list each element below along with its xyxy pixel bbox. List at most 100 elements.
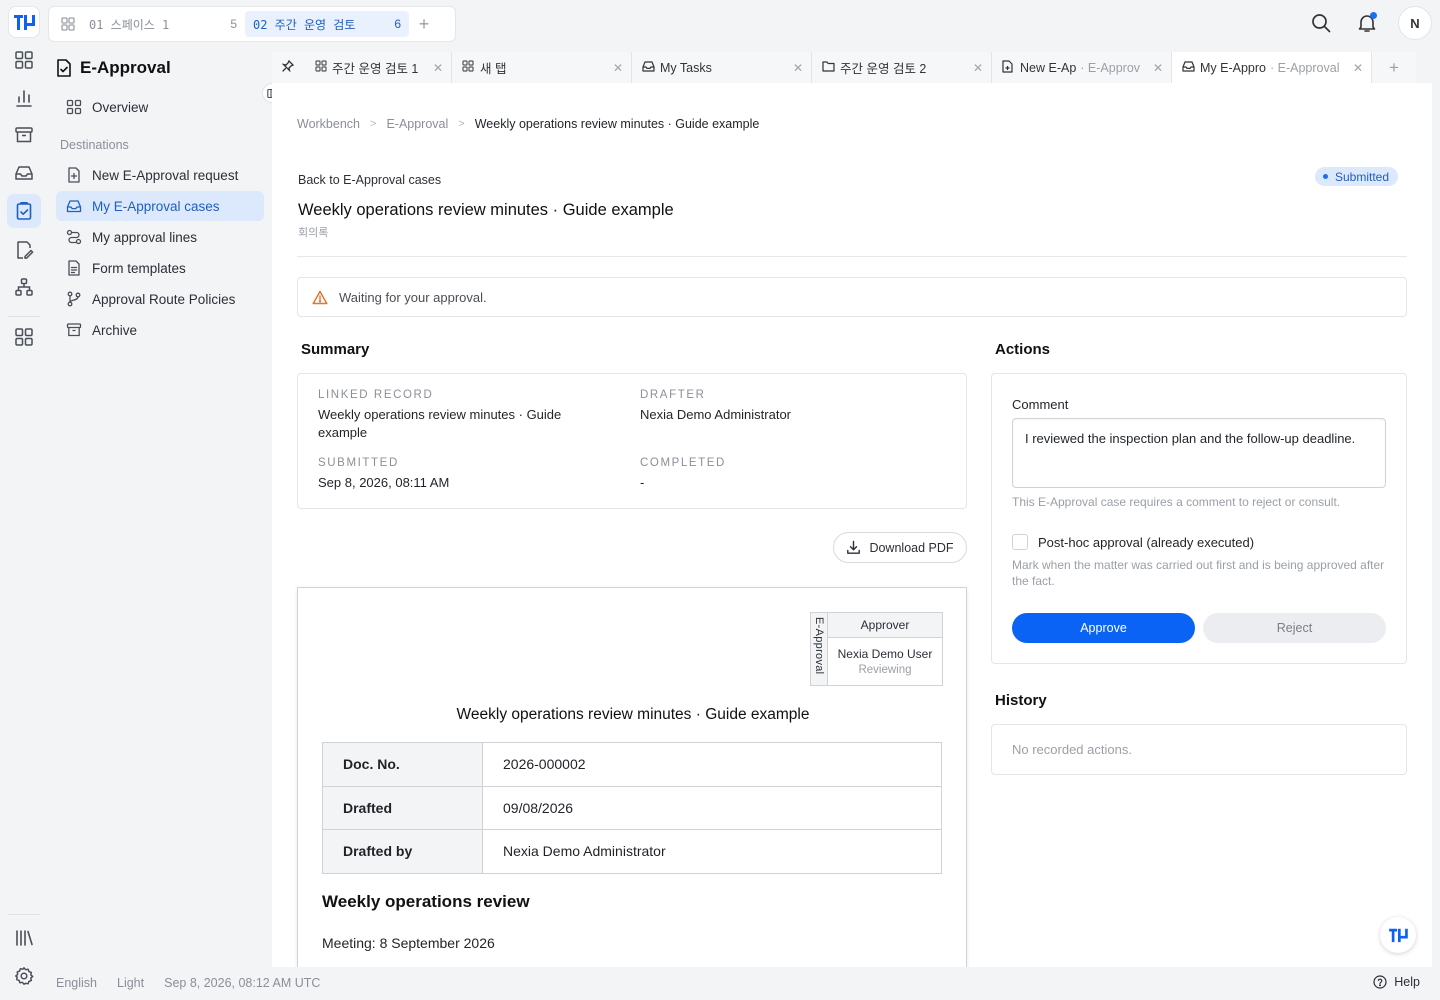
- help-button[interactable]: Help: [1373, 975, 1420, 989]
- archive-icon[interactable]: [7, 118, 41, 152]
- nav-item-approval-lines[interactable]: My approval lines: [56, 222, 264, 252]
- settings-icon[interactable]: [7, 959, 41, 993]
- theme-switch[interactable]: Light: [117, 976, 144, 990]
- tab-new-e-approval[interactable]: New E-Ap · E-Approv ✕: [992, 52, 1172, 83]
- status-footer: English Light Sep 8, 2026, 08:12 AM UTC: [56, 976, 320, 990]
- space-label: 01 스페이스 1: [89, 17, 170, 32]
- table-row: Doc. No. 2026-000002: [322, 742, 942, 787]
- back-link[interactable]: Back to E-Approval cases: [298, 173, 441, 187]
- close-icon[interactable]: ✕: [1153, 61, 1163, 75]
- new-document-icon: [66, 167, 82, 183]
- add-tab-button[interactable]: +: [1372, 52, 1416, 83]
- nav-item-my-cases[interactable]: My E-Approval cases: [56, 191, 264, 221]
- posthoc-checkbox[interactable]: [1012, 534, 1028, 550]
- grid-icon: [61, 17, 75, 31]
- bell-icon[interactable]: [1352, 8, 1382, 38]
- close-icon[interactable]: ✕: [793, 61, 803, 75]
- search-icon[interactable]: [1306, 8, 1336, 38]
- current-time: Sep 8, 2026, 08:12 AM UTC: [164, 976, 321, 990]
- nav-item-archive[interactable]: Archive: [56, 315, 264, 345]
- approver-status: Reviewing: [858, 664, 912, 676]
- close-icon[interactable]: ✕: [973, 61, 983, 75]
- document-meta-table: Doc. No. 2026-000002 Drafted 09/08/2026 Dr…: [322, 742, 942, 874]
- grid-icon[interactable]: [7, 43, 41, 77]
- field-value: Sep 8, 2026, 08:11 AM: [318, 475, 450, 490]
- branch-icon: [66, 291, 82, 307]
- close-icon[interactable]: ✕: [613, 61, 623, 75]
- tab-new-tab[interactable]: 새 탭 ✕: [452, 52, 632, 83]
- tab-weekly-review-1[interactable]: 주간 운영 검토 1 ✕: [272, 52, 452, 83]
- actions-card: Comment I reviewed the inspection plan a…: [991, 373, 1407, 664]
- avatar[interactable]: N: [1398, 6, 1432, 40]
- library-icon[interactable]: [7, 921, 41, 955]
- space-count: 6: [394, 17, 401, 31]
- module-nav: E-Approval Overview Destinations New E-A…: [48, 46, 272, 966]
- close-icon[interactable]: ✕: [1353, 61, 1363, 75]
- space-count: 5: [230, 17, 237, 31]
- grid-icon: [462, 60, 474, 72]
- archive-icon: [66, 322, 82, 338]
- reject-button[interactable]: Reject: [1203, 613, 1386, 643]
- close-icon[interactable]: ✕: [433, 61, 443, 75]
- status-text: Submitted: [1335, 169, 1390, 184]
- history-card: No recorded actions.: [991, 724, 1407, 775]
- tab-label: 새 탭: [480, 62, 507, 76]
- nav-item-form-templates[interactable]: Form templates: [56, 253, 264, 283]
- document-preview: E-Approval Approver Nexia Demo User Revi…: [297, 587, 967, 967]
- nav-item-route-policies[interactable]: Approval Route Policies: [56, 284, 264, 314]
- approval-icon: [56, 59, 72, 77]
- nav-item-label: New E-Approval request: [92, 167, 239, 183]
- history-empty-text: No recorded actions.: [1012, 742, 1132, 757]
- workspace-tabs: 주간 운영 검토 1 ✕ 새 탭 ✕ My Tasks ✕ 주간 운영 검토 2…: [272, 52, 1432, 83]
- logo-icon[interactable]: [9, 7, 39, 37]
- grid-icon: [66, 99, 82, 115]
- assistant-button[interactable]: [1380, 917, 1416, 953]
- tab-weekly-review-2[interactable]: 주간 운영 검토 2 ✕: [812, 52, 992, 83]
- stamp-side: E-Approval: [811, 613, 828, 685]
- space-switcher: 01 스페이스 1 5 02 주간 운영 검토 6 +: [48, 6, 456, 42]
- stamp-header: Approver: [828, 613, 942, 638]
- breadcrumb-workbench[interactable]: Workbench: [297, 117, 360, 131]
- nav-item-label: Overview: [92, 99, 149, 115]
- tab-my-e-approval[interactable]: My E-Appro · E-Approval ✕: [1172, 52, 1372, 83]
- tab-my-tasks[interactable]: My Tasks ✕: [632, 52, 812, 83]
- field-value: Nexia Demo Administrator: [640, 407, 791, 422]
- chart-icon[interactable]: [7, 81, 41, 115]
- org-icon[interactable]: [7, 270, 41, 304]
- document-paragraph: Meeting: 8 September 2026: [322, 935, 495, 951]
- approve-button[interactable]: Approve: [1012, 613, 1195, 643]
- breadcrumb-e-approval[interactable]: E-Approval: [386, 117, 448, 131]
- top-bar: 01 스페이스 1 5 02 주간 운영 검토 6 + N: [0, 0, 1440, 46]
- module-title-text: E-Approval: [80, 58, 171, 77]
- field-label: DRAFTER: [640, 389, 706, 401]
- download-pdf-button[interactable]: Download PDF: [833, 532, 967, 563]
- linked-record-link[interactable]: Weekly operations review minutes · Guide…: [318, 406, 608, 442]
- stamp-side-label: E-Approval: [813, 617, 825, 675]
- meta-key: Doc. No.: [322, 742, 483, 787]
- drafter-field: DRAFTER Nexia Demo Administrator: [640, 389, 940, 424]
- space-label: 02 주간 운영 검토: [253, 17, 356, 32]
- approval-icon[interactable]: [7, 194, 41, 228]
- nav-item-overview[interactable]: Overview: [56, 92, 264, 122]
- download-icon: [846, 540, 861, 555]
- submitted-field: SUBMITTED Sep 8, 2026, 08:11 AM: [318, 457, 608, 492]
- pin-icon: [282, 60, 294, 72]
- linked-record-field: LINKED RECORD Weekly operations review m…: [318, 389, 608, 442]
- comment-field[interactable]: I reviewed the inspection plan and the f…: [1012, 418, 1386, 488]
- add-space-button[interactable]: +: [409, 11, 439, 37]
- approval-stamp-box: E-Approval Approver Nexia Demo User Revi…: [810, 612, 943, 686]
- nav-section-label: Destinations: [60, 138, 129, 152]
- nav-item-label: Form templates: [92, 260, 186, 276]
- edit-icon[interactable]: [7, 233, 41, 267]
- inbox-icon[interactable]: [7, 156, 41, 190]
- posthoc-checkbox-row[interactable]: Post-hoc approval (already executed): [1012, 534, 1254, 550]
- approval-alert: Waiting for your approval.: [297, 277, 1407, 317]
- stamp-main: Approver Nexia Demo User Reviewing: [828, 613, 942, 685]
- space-tab-2[interactable]: 02 주간 운영 검토 6: [245, 11, 409, 37]
- space-tab-1[interactable]: 01 스페이스 1 5: [53, 11, 245, 37]
- grid-icon: [315, 60, 327, 72]
- apps-icon[interactable]: [7, 320, 41, 354]
- document-title: Weekly operations review minutes · Guide…: [456, 706, 810, 723]
- language-switch[interactable]: English: [56, 976, 97, 990]
- nav-item-new-request[interactable]: New E-Approval request: [56, 160, 264, 190]
